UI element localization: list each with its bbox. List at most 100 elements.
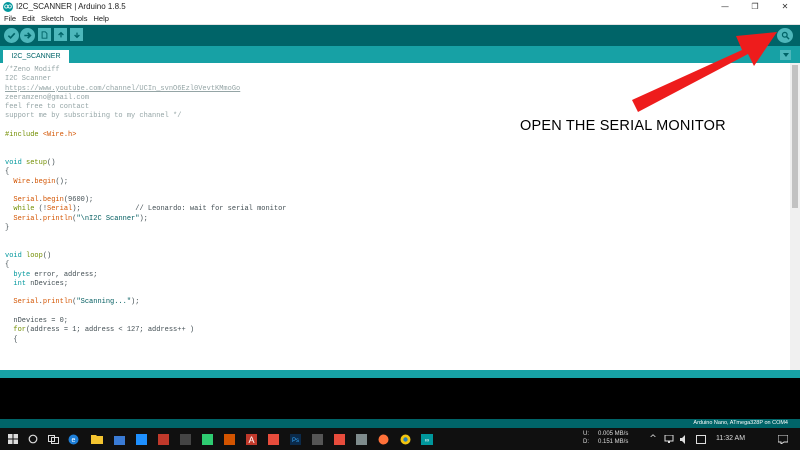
code-line[interactable] [5,308,287,317]
code-line[interactable]: { [5,336,287,345]
menu-edit[interactable]: Edit [22,14,35,23]
app-icon-3[interactable] [178,432,192,446]
app-icon-6[interactable] [266,432,280,446]
code-token: ); [139,214,148,223]
code-line[interactable]: Wire.begin(); [5,178,287,187]
net-up-label: U: [583,431,589,437]
code-line[interactable]: for(address = 1; address < 127; address+… [5,326,287,335]
code-token: loop [26,251,43,260]
save-icon[interactable] [70,28,83,41]
language-icon[interactable] [694,432,708,446]
app-icon-7[interactable] [310,432,324,446]
app-icon-2[interactable] [156,432,170,446]
code-line[interactable]: Serial.begin(9600); [5,196,287,205]
menu-tools[interactable]: Tools [70,14,88,23]
code-line[interactable] [5,122,287,131]
store-icon[interactable] [112,432,126,446]
tray-chevron-icon[interactable]: ^ [646,432,660,446]
code-line[interactable]: { [5,261,287,270]
menu-file[interactable]: File [4,14,16,23]
code-line[interactable] [5,150,287,159]
code-token: Serial [13,196,39,205]
app-icon-9[interactable] [354,432,368,446]
console-output [0,378,800,419]
code-line[interactable]: void loop() [5,252,287,261]
close-button[interactable]: ✕ [770,0,800,13]
code-line[interactable]: I2C Scanner [5,75,287,84]
app-icon-4[interactable] [200,432,214,446]
code-line[interactable]: { [5,168,287,177]
code-line[interactable]: /*Zeno Modiff [5,66,287,75]
code-line[interactable]: nDevices = 0; [5,317,287,326]
arrow-shape [632,32,777,112]
edge-icon[interactable]: e [66,432,80,446]
code-token: I2C Scanner [5,75,52,84]
code-token: println [42,298,73,307]
code-line[interactable]: Serial.println("Scanning..."); [5,298,287,307]
code-token: while [13,205,35,214]
upload-icon[interactable] [20,28,35,43]
code-token: int [13,279,27,288]
chrome-icon[interactable] [398,432,412,446]
red-arrow-annotation [632,32,777,112]
code-token: () [47,158,56,167]
new-icon[interactable] [38,28,51,41]
app-icon-8[interactable] [332,432,346,446]
code-line[interactable]: feel free to contact [5,103,287,112]
code-token: begin [34,177,56,186]
code-token: begin [42,196,64,205]
net-down-speed: 0.151 MB/s [598,439,629,445]
title-bar: I2C_SCANNER | Arduino 1.8.5 — ❐ ✕ [0,0,800,13]
open-icon[interactable] [54,28,67,41]
windows-start-icon[interactable] [6,432,20,446]
code-line[interactable] [5,243,287,252]
code-line[interactable]: support me by subscribing to my channel … [5,112,287,121]
code-line[interactable] [5,140,287,149]
search-icon[interactable] [26,432,40,446]
code-token: byte [13,270,31,279]
code-line[interactable] [5,187,287,196]
acrobat-icon[interactable]: A [244,432,258,446]
message-area [0,370,800,378]
firefox-icon[interactable] [376,432,390,446]
notifications-icon[interactable] [776,432,790,446]
code-line[interactable]: zeeramzeno@gmail.com [5,94,287,103]
photoshop-icon[interactable]: Ps [288,432,302,446]
code-line[interactable]: #include <Wire.h> [5,131,287,140]
tab-menu-button[interactable] [780,50,791,60]
code-line[interactable]: int nDevices; [5,280,287,289]
task-view-icon[interactable] [46,432,60,446]
code-token: /*Zeno Modiff [5,66,60,74]
code-line[interactable]: byte error, address; [5,271,287,280]
code-line[interactable]: while (!Serial); // Leonardo: wait for s… [5,205,286,214]
svg-text:Ps: Ps [291,438,298,444]
arduino-taskbar-icon[interactable]: ∞ [420,432,434,446]
code-line[interactable] [5,233,287,242]
app-icon-5[interactable] [222,432,236,446]
scrollbar-thumb[interactable] [792,65,798,208]
svg-text:A: A [248,435,254,445]
maximize-button[interactable]: ❐ [740,0,770,13]
code-text[interactable]: /*Zeno Modiff I2C Scanner https://www.yout… [5,66,287,345]
net-down-label: D: [583,439,589,445]
clock[interactable]: 11:32 AM [716,435,745,442]
code-line[interactable]: void setup() [5,159,287,168]
menu-help[interactable]: Help [93,14,108,23]
code-line[interactable] [5,289,287,298]
volume-icon[interactable] [678,432,692,446]
network-icon[interactable] [662,432,676,446]
code-token: nDevices; [26,279,69,288]
code-line[interactable]: https://www.youtube.com/channel/UCIn_svn… [5,85,287,94]
minimize-button[interactable]: — [710,0,740,13]
editor-scrollbar[interactable] [790,63,800,370]
code-token: Serial [13,298,39,307]
verify-icon[interactable] [4,28,19,43]
code-line[interactable]: } [5,224,287,233]
explorer-icon[interactable] [90,432,104,446]
net-up-speed: 0.005 MB/s [598,431,629,437]
tab-i2c-scanner[interactable]: I2C_SCANNER [3,50,69,63]
code-line[interactable]: Serial.println("\nI2C Scanner"); [5,215,287,224]
menu-sketch[interactable]: Sketch [41,14,64,23]
code-token: void [5,251,22,260]
app-icon-1[interactable] [134,432,148,446]
